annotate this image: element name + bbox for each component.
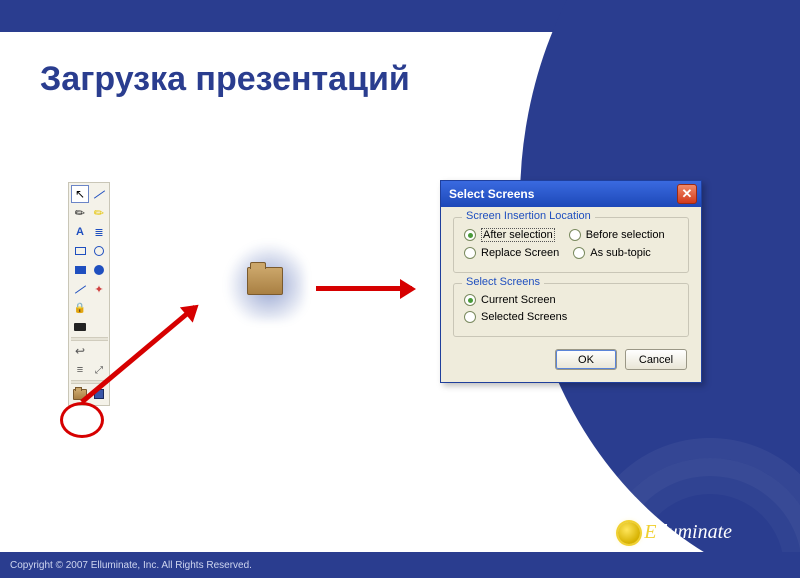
dialog-title-text: Select Screens — [449, 187, 534, 201]
radio-icon — [464, 229, 476, 241]
group-select-screens: Select Screens Current Screen Selected S… — [453, 283, 689, 337]
cancel-button[interactable]: Cancel — [625, 349, 687, 370]
tool-pen[interactable]: ✎ — [71, 204, 89, 222]
radio-label: As sub-topic — [590, 247, 651, 259]
textbox-icon: ≣ — [94, 226, 103, 239]
radio-selected-screens[interactable]: Selected Screens — [464, 311, 567, 323]
text-icon: A — [76, 226, 84, 238]
radio-icon — [464, 311, 476, 323]
dialog-body: Screen Insertion Location After selectio… — [441, 207, 701, 382]
pen-icon: ✎ — [72, 204, 89, 221]
arrow-horizontal — [316, 286, 412, 291]
radio-icon — [569, 229, 581, 241]
logo-rest: lluminate — [656, 521, 732, 543]
folder-open-large-icon — [247, 267, 283, 295]
dialog-buttons: OK Cancel — [453, 347, 689, 370]
lightbulb-icon — [618, 522, 640, 544]
radio-icon — [464, 294, 476, 306]
rect-outline-icon — [75, 247, 86, 255]
radio-label: After selection — [481, 228, 555, 242]
legend-select: Select Screens — [462, 276, 544, 288]
highlighter-icon: ✎ — [91, 204, 108, 221]
footer-bar: Copyright © 2007 Elluminate, Inc. All Ri… — [0, 552, 800, 578]
radio-icon — [464, 247, 476, 259]
tool-cursor[interactable]: ↖ — [71, 185, 89, 203]
arrow-diagonal — [80, 305, 197, 404]
radio-current-screen[interactable]: Current Screen — [464, 294, 556, 306]
page-title: Загрузка презентаций — [40, 60, 410, 99]
radio-icon — [573, 247, 585, 259]
brand-logo: Elluminate — [618, 521, 732, 544]
radio-label: Replace Screen — [481, 247, 559, 259]
tool-text[interactable]: A — [71, 223, 89, 241]
zoomed-icon-box — [217, 233, 313, 329]
close-button[interactable]: ✕ — [677, 184, 697, 204]
radio-label: Before selection — [586, 229, 665, 241]
logo-first-letter: E — [644, 521, 656, 543]
group-insertion-location: Screen Insertion Location After selectio… — [453, 217, 689, 273]
radio-before-selection[interactable]: Before selection — [569, 228, 665, 242]
radio-replace-screen[interactable]: Replace Screen — [464, 247, 559, 259]
dialog-titlebar: Select Screens ✕ — [441, 181, 701, 207]
radio-label: Selected Screens — [481, 311, 567, 323]
radio-as-subtopic[interactable]: As sub-topic — [573, 247, 651, 259]
tool-textbox[interactable]: ≣ — [90, 223, 108, 241]
radio-after-selection[interactable]: After selection — [464, 228, 555, 242]
legend-insertion: Screen Insertion Location — [462, 210, 595, 222]
tool-rect-outline[interactable] — [71, 242, 89, 260]
tool-highlighter[interactable]: ✎ — [90, 204, 108, 222]
close-icon: ✕ — [682, 186, 693, 202]
cursor-icon: ↖ — [75, 187, 85, 201]
tool-line[interactable] — [90, 185, 108, 203]
ok-button[interactable]: OK — [555, 349, 617, 370]
radio-label: Current Screen — [481, 294, 556, 306]
line-icon — [93, 190, 104, 198]
copyright-text: Copyright © 2007 Elluminate, Inc. All Ri… — [10, 560, 252, 571]
arrow-diagonal-wrap — [13, 223, 213, 418]
select-screens-dialog: Select Screens ✕ Screen Insertion Locati… — [440, 180, 702, 383]
